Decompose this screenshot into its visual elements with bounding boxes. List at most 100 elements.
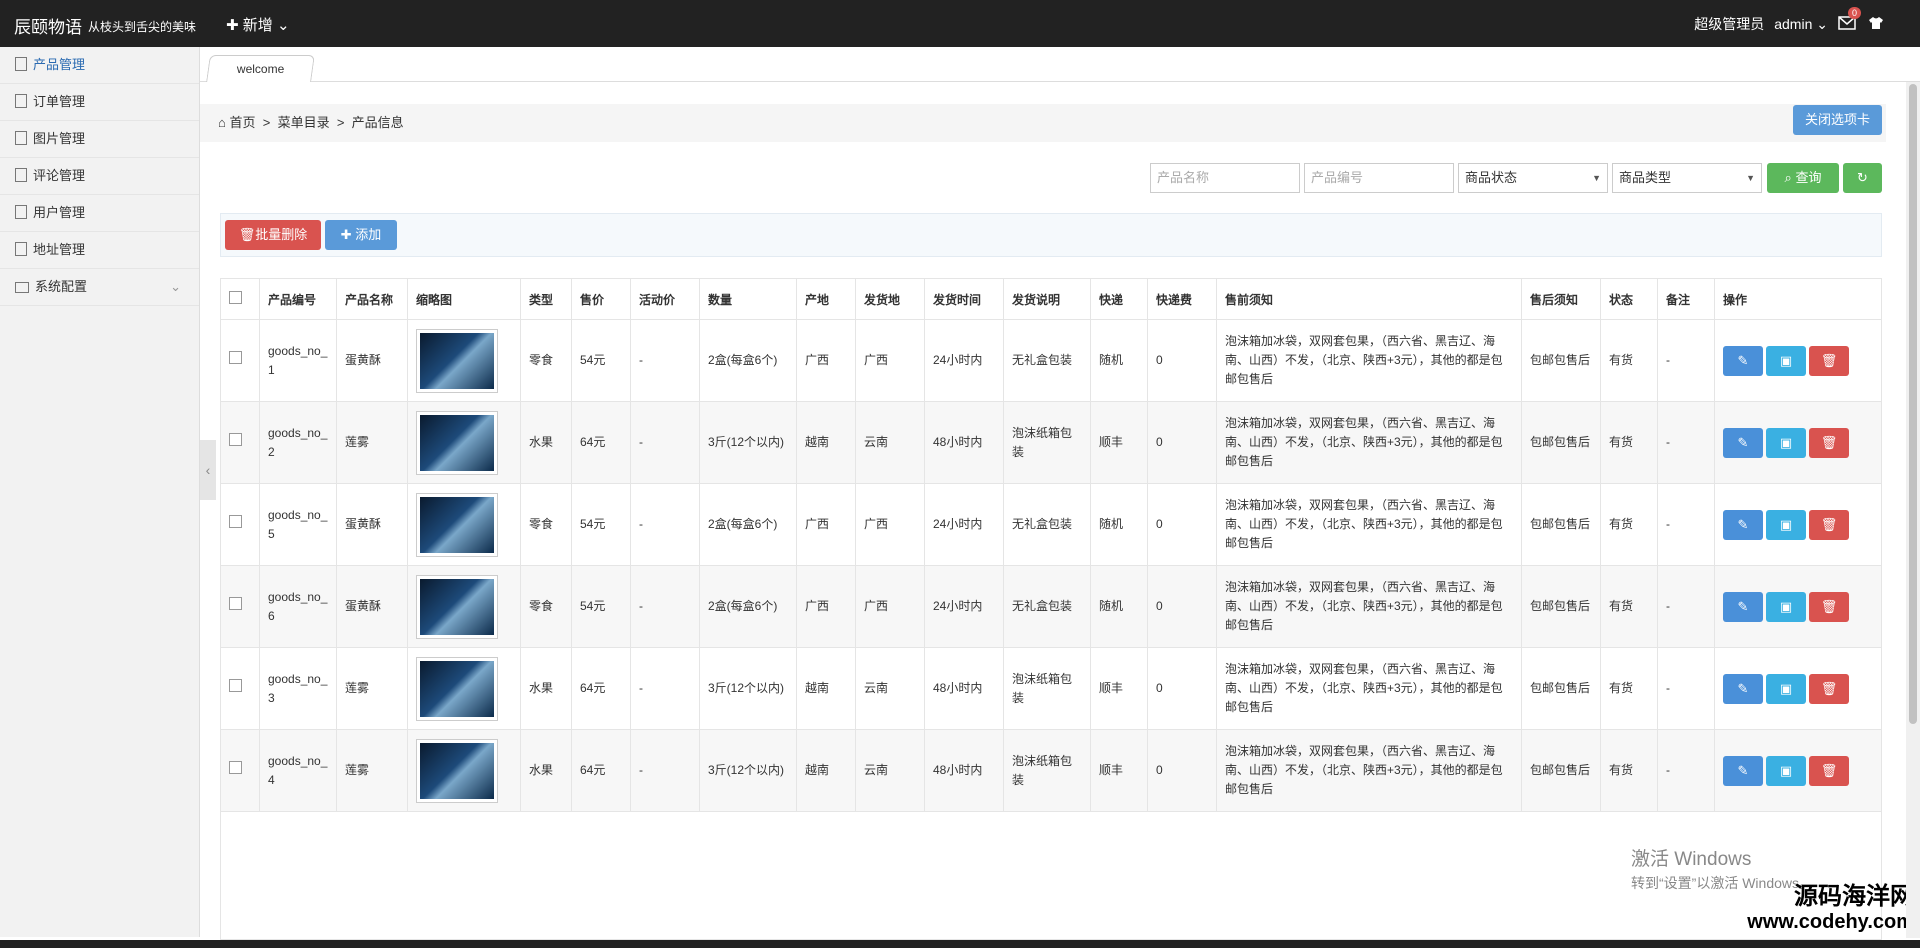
row-checkbox[interactable] (229, 433, 242, 446)
column-header: 售后须知 (1521, 278, 1601, 320)
edit-icon: ✎ (1737, 352, 1749, 368)
cell-type: 零食 (520, 483, 572, 566)
image-button[interactable]: ▣ (1766, 591, 1806, 622)
user-menu[interactable]: admin ⌄ (1774, 16, 1828, 33)
cell-price: 64元 (571, 401, 631, 484)
edit-button[interactable]: ✎ (1723, 673, 1763, 704)
tab-welcome[interactable]: welcome (206, 55, 316, 82)
user-name: admin (1774, 15, 1813, 32)
cell-status: 有货 (1600, 483, 1658, 566)
trash-icon: 🗑 (238, 227, 256, 242)
image-icon: ▣ (1779, 434, 1793, 450)
vertical-scrollbar[interactable] (1906, 82, 1920, 938)
sidebar-item-label: 产品管理 (33, 57, 86, 72)
batch-delete-button[interactable]: 🗑批量删除 (225, 220, 321, 250)
edit-button[interactable]: ✎ (1723, 591, 1763, 622)
cell-type: 水果 (520, 401, 572, 484)
watermark-title: 源码海洋网 (1794, 883, 1914, 910)
file-icon (15, 57, 27, 71)
cell-remark: - (1657, 729, 1715, 812)
sidebar-collapse-handle[interactable]: ‹ (200, 440, 216, 500)
product-thumbnail[interactable] (416, 656, 498, 721)
cell-code: goods_no_6 (259, 565, 337, 648)
row-checkbox[interactable] (229, 597, 242, 610)
delete-button[interactable]: 🗑 (1809, 591, 1849, 622)
scrollbar-thumb[interactable] (1909, 84, 1917, 724)
row-checkbox[interactable] (229, 351, 242, 364)
column-header: 状态 (1600, 278, 1658, 320)
product-thumbnail[interactable] (416, 492, 498, 557)
cell-remark: - (1657, 565, 1715, 648)
image-icon: ▣ (1779, 680, 1793, 696)
row-select-cell (220, 729, 260, 812)
add-button[interactable]: ✚ 添加 (325, 220, 397, 250)
delete-button[interactable]: 🗑 (1809, 509, 1849, 540)
sidebar-item-settings[interactable]: 系统配置 ⌄ (0, 269, 199, 306)
row-checkbox[interactable] (229, 515, 242, 528)
table-row: goods_no_1 蛋黄酥 零食 54元 -2盒(每盒6个) 广西 广西 24小时内 无礼盒包… (220, 319, 1882, 402)
row-actions: ✎ ▣ 🗑 (1714, 647, 1882, 730)
new-menu-button[interactable]: ✚ 新增 ⌄ (226, 14, 290, 35)
cell-express: 顺丰 (1090, 729, 1148, 812)
column-header: 操作 (1714, 278, 1882, 320)
cell-code: goods_no_2 (259, 401, 337, 484)
sidebar-item-orders[interactable]: 订单管理 (0, 84, 199, 121)
table-row: goods_no_2 莲雾 水果 64元 -3斤(12个以内) 越南 云南 48小时内 泡沫纸箱… (220, 401, 1882, 484)
delete-button[interactable]: 🗑 (1809, 673, 1849, 704)
sidebar-item-label: 图片管理 (33, 131, 86, 146)
image-button[interactable]: ▣ (1766, 673, 1806, 704)
image-icon: ▣ (1779, 598, 1793, 614)
row-actions: ✎ ▣ 🗑 (1714, 319, 1882, 402)
edit-button[interactable]: ✎ (1723, 509, 1763, 540)
edit-button[interactable]: ✎ (1723, 345, 1763, 376)
refresh-button[interactable]: ↻ (1843, 163, 1882, 193)
cell-code: goods_no_3 (259, 647, 337, 730)
cell-ship-time: 24小时内 (924, 565, 1004, 648)
sidebar-item-users[interactable]: 用户管理 (0, 195, 199, 232)
cell-status: 有货 (1600, 729, 1658, 812)
image-button[interactable]: ▣ (1766, 755, 1806, 786)
status-select[interactable]: 商品状态 ▼ (1458, 163, 1608, 193)
edit-button[interactable]: ✎ (1723, 427, 1763, 458)
close-tab-button[interactable]: 关闭选项卡 (1792, 105, 1882, 135)
cell-status: 有货 (1600, 319, 1658, 402)
cell-fee: 0 (1147, 401, 1217, 484)
product-thumbnail[interactable] (416, 574, 498, 639)
delete-button[interactable]: 🗑 (1809, 345, 1849, 376)
brand-title[interactable]: 辰颐物语 (14, 13, 82, 38)
breadcrumb-home[interactable]: 首页 (229, 115, 255, 130)
type-select[interactable]: 商品类型 ▼ (1612, 163, 1762, 193)
mail-icon[interactable]: 0 (1838, 7, 1862, 32)
row-checkbox[interactable] (229, 679, 242, 692)
image-button[interactable]: ▣ (1766, 345, 1806, 376)
delete-button[interactable]: 🗑 (1809, 755, 1849, 786)
breadcrumb-menu[interactable]: 菜单目录 (278, 115, 330, 130)
product-code-input[interactable]: 产品编号 (1304, 163, 1454, 193)
row-checkbox[interactable] (229, 761, 242, 774)
cell-ship-time: 48小时内 (924, 401, 1004, 484)
shirt-icon[interactable] (1868, 16, 1884, 33)
product-thumbnail[interactable] (416, 738, 498, 803)
query-button[interactable]: ⌕ 查询 (1767, 163, 1839, 193)
product-thumbnail[interactable] (416, 410, 498, 475)
image-button[interactable]: ▣ (1766, 427, 1806, 458)
row-actions: ✎ ▣ 🗑 (1714, 483, 1882, 566)
column-header: 发货地 (855, 278, 925, 320)
cell-ship-from: 广西 (855, 565, 925, 648)
cell-qty: 2盒(每盒6个) (699, 319, 797, 402)
select-all-checkbox[interactable] (229, 291, 242, 304)
sidebar-item-comments[interactable]: 评论管理 (0, 158, 199, 195)
sidebar-item-images[interactable]: 图片管理 (0, 121, 199, 158)
cell-pre: 泡沫箱加冰袋，双网套包果，（西六省、黑吉辽、海南、山西）不发，（北京、陕西+3元… (1216, 729, 1522, 812)
sidebar-item-addresses[interactable]: 地址管理 (0, 232, 199, 269)
product-name-input[interactable]: 产品名称 (1150, 163, 1300, 193)
delete-button[interactable]: 🗑 (1809, 427, 1849, 458)
edit-button[interactable]: ✎ (1723, 755, 1763, 786)
action-toolbar (220, 213, 1882, 257)
thumbnail-cell (407, 319, 521, 402)
cell-origin: 广西 (796, 565, 856, 648)
sidebar-item-products[interactable]: 产品管理 (0, 47, 199, 84)
product-thumbnail[interactable] (416, 328, 498, 393)
cell-ship-note: 无礼盒包装 (1003, 565, 1091, 648)
image-button[interactable]: ▣ (1766, 509, 1806, 540)
